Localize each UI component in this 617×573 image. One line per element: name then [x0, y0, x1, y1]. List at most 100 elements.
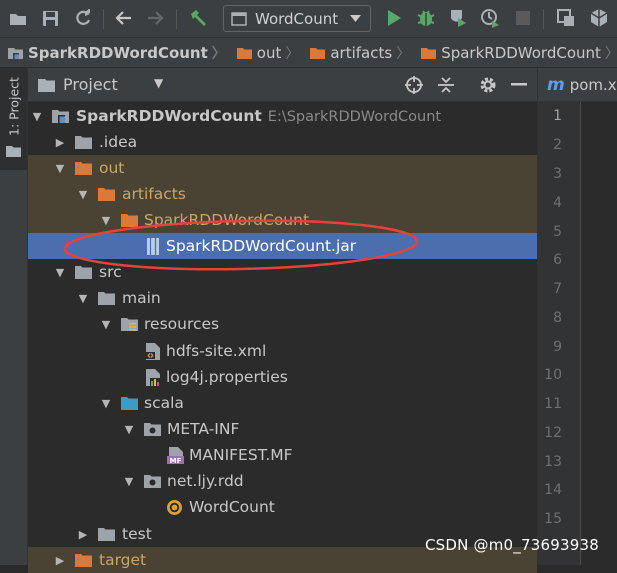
- tree-label: test: [122, 525, 152, 543]
- manifest-file-icon: MF: [167, 446, 184, 464]
- stop-icon[interactable]: [512, 7, 534, 29]
- tree-row-main[interactable]: ▼ main: [28, 285, 537, 311]
- tree-label: SparkRDDWordCount.jar: [166, 237, 357, 255]
- chevron-right-icon: 〉: [285, 45, 300, 62]
- tree-label: target: [99, 551, 147, 569]
- tree-row-wordcount[interactable]: WordCount: [28, 494, 537, 520]
- folder-icon: [310, 47, 326, 59]
- coverage-icon[interactable]: [447, 7, 469, 29]
- project-view-icon: [38, 79, 55, 92]
- tree-label: META-INF: [167, 420, 240, 438]
- line-number: 12: [544, 425, 562, 441]
- tree-row-artifacts[interactable]: ▼ artifacts: [28, 181, 537, 207]
- tree-row-manifest[interactable]: MF MANIFEST.MF: [28, 442, 537, 468]
- tree-row-meta-inf[interactable]: ▼ META-INF: [28, 416, 537, 442]
- chevron-right-icon[interactable]: ▶: [54, 136, 66, 149]
- tree-row-resources[interactable]: ▼ resources: [28, 311, 537, 337]
- line-number: 5: [553, 224, 562, 240]
- chevron-down-icon[interactable]: ▼: [31, 110, 43, 123]
- chevron-down-icon[interactable]: ▼: [77, 292, 89, 305]
- main-toolbar: WordCount: [0, 0, 617, 38]
- run-icon[interactable]: [383, 7, 405, 29]
- line-number: 15: [544, 511, 562, 527]
- line-number: 14: [544, 482, 562, 498]
- chevron-down-icon[interactable]: ▼: [100, 214, 112, 227]
- profile-icon[interactable]: [479, 7, 501, 29]
- tree-row-idea[interactable]: ▶ .idea: [28, 129, 537, 155]
- breadcrumb-item-out[interactable]: out 〉: [229, 43, 303, 63]
- tree-label: .idea: [99, 133, 138, 151]
- tree-label: src: [99, 263, 122, 281]
- resources-folder-icon: [121, 316, 138, 332]
- tree-label: SparkRDDWordCount: [144, 211, 310, 229]
- forward-arrow-icon[interactable]: [145, 7, 167, 29]
- chevron-right-icon[interactable]: ▶: [77, 528, 89, 541]
- line-number: 8: [553, 310, 562, 326]
- locate-icon[interactable]: [403, 74, 425, 96]
- tree-label: SparkRDDWordCount E:\SparkRDDWordCount: [76, 107, 442, 125]
- breadcrumb-item-artifact-folder[interactable]: SparkRDDWordCount 〉: [413, 43, 617, 63]
- editor-text-area[interactable]: [581, 102, 617, 565]
- chevron-down-icon: [350, 15, 361, 22]
- maven-icon: m: [547, 74, 565, 95]
- chevron-down-icon[interactable]: ▼: [77, 188, 89, 201]
- debug-icon[interactable]: [415, 7, 437, 29]
- line-number: 13: [544, 454, 562, 470]
- editor-gutter: 1 2 3 4 5 6 7 8 9 10 11 12 13 14 15: [537, 102, 581, 565]
- source-folder-icon: [121, 395, 138, 411]
- tree-label: net.ljy.rdd: [167, 472, 244, 490]
- project-view-title[interactable]: Project: [63, 75, 118, 94]
- editor-tab-pom[interactable]: m pom.xml: [537, 68, 617, 102]
- sync-icon[interactable]: [72, 7, 94, 29]
- run-config-icon: [231, 11, 247, 26]
- chevron-right-icon: 〉: [211, 45, 226, 62]
- chevron-down-icon[interactable]: ▼: [154, 76, 163, 90]
- editor-tab-label: pom.xml: [569, 75, 617, 94]
- chevron-down-icon[interactable]: ▼: [100, 318, 112, 331]
- project-tool-window-label[interactable]: 1: Project: [3, 72, 25, 142]
- run-configuration-select[interactable]: WordCount: [223, 5, 371, 32]
- navigation-breadcrumb: SparkRDDWordCount 〉 out 〉 artifacts 〉 Sp…: [0, 38, 617, 68]
- sdk-icon[interactable]: [588, 7, 610, 29]
- project-structure-icon[interactable]: [555, 7, 577, 29]
- breadcrumb-item-artifacts[interactable]: artifacts 〉: [302, 43, 413, 63]
- build-hammer-icon[interactable]: [187, 7, 209, 29]
- excluded-folder-icon: [75, 552, 92, 568]
- watermark-text: CSDN @m0_73693938: [425, 536, 599, 554]
- tree-row-src[interactable]: ▼ src: [28, 259, 537, 285]
- excluded-folder-icon: [98, 186, 115, 202]
- chevron-down-icon[interactable]: ▼: [54, 266, 66, 279]
- chevron-down-icon[interactable]: ▼: [54, 162, 66, 175]
- chevron-down-icon[interactable]: ▼: [100, 397, 112, 410]
- breadcrumb-item-project[interactable]: SparkRDDWordCount 〉: [0, 43, 229, 63]
- tree-row-scala[interactable]: ▼ scala: [28, 390, 537, 416]
- tree-row-log4j[interactable]: log4j.properties: [28, 364, 537, 390]
- breadcrumb-label: artifacts: [330, 43, 393, 62]
- project-tree: ▼ SparkRDDWordCount E:\SparkRDDWordCount …: [28, 102, 537, 573]
- open-folder-icon[interactable]: [7, 7, 29, 29]
- save-icon[interactable]: [39, 7, 61, 29]
- breadcrumb-label: SparkRDDWordCount: [441, 43, 601, 62]
- excluded-folder-icon: [121, 212, 138, 228]
- package-icon: [144, 473, 161, 489]
- module-folder-icon: [52, 108, 69, 124]
- tree-row-out[interactable]: ▼ out: [28, 155, 537, 181]
- hide-icon[interactable]: [508, 74, 530, 96]
- chevron-right-icon: 〉: [396, 45, 411, 62]
- tree-row-jar-file[interactable]: SparkRDDWordCount.jar: [28, 233, 537, 259]
- tree-row-artifact-folder[interactable]: ▼ SparkRDDWordCount: [28, 207, 537, 233]
- svg-text:MF: MF: [170, 457, 182, 464]
- folder-icon: [421, 47, 437, 59]
- collapse-all-icon[interactable]: [435, 74, 457, 96]
- line-number: 9: [553, 339, 562, 355]
- xml-file-icon: [144, 342, 161, 360]
- tree-row-project-root[interactable]: ▼ SparkRDDWordCount E:\SparkRDDWordCount: [28, 103, 537, 129]
- run-config-label: WordCount: [255, 9, 339, 28]
- back-arrow-icon[interactable]: [112, 7, 134, 29]
- tree-row-hdfs-site[interactable]: hdfs-site.xml: [28, 338, 537, 364]
- settings-gear-icon[interactable]: [477, 74, 499, 96]
- tree-row-net-ljy-rdd[interactable]: ▼ net.ljy.rdd: [28, 468, 537, 494]
- folder-icon: [75, 264, 92, 280]
- chevron-down-icon[interactable]: ▼: [123, 423, 135, 436]
- chevron-down-icon[interactable]: ▼: [123, 475, 135, 488]
